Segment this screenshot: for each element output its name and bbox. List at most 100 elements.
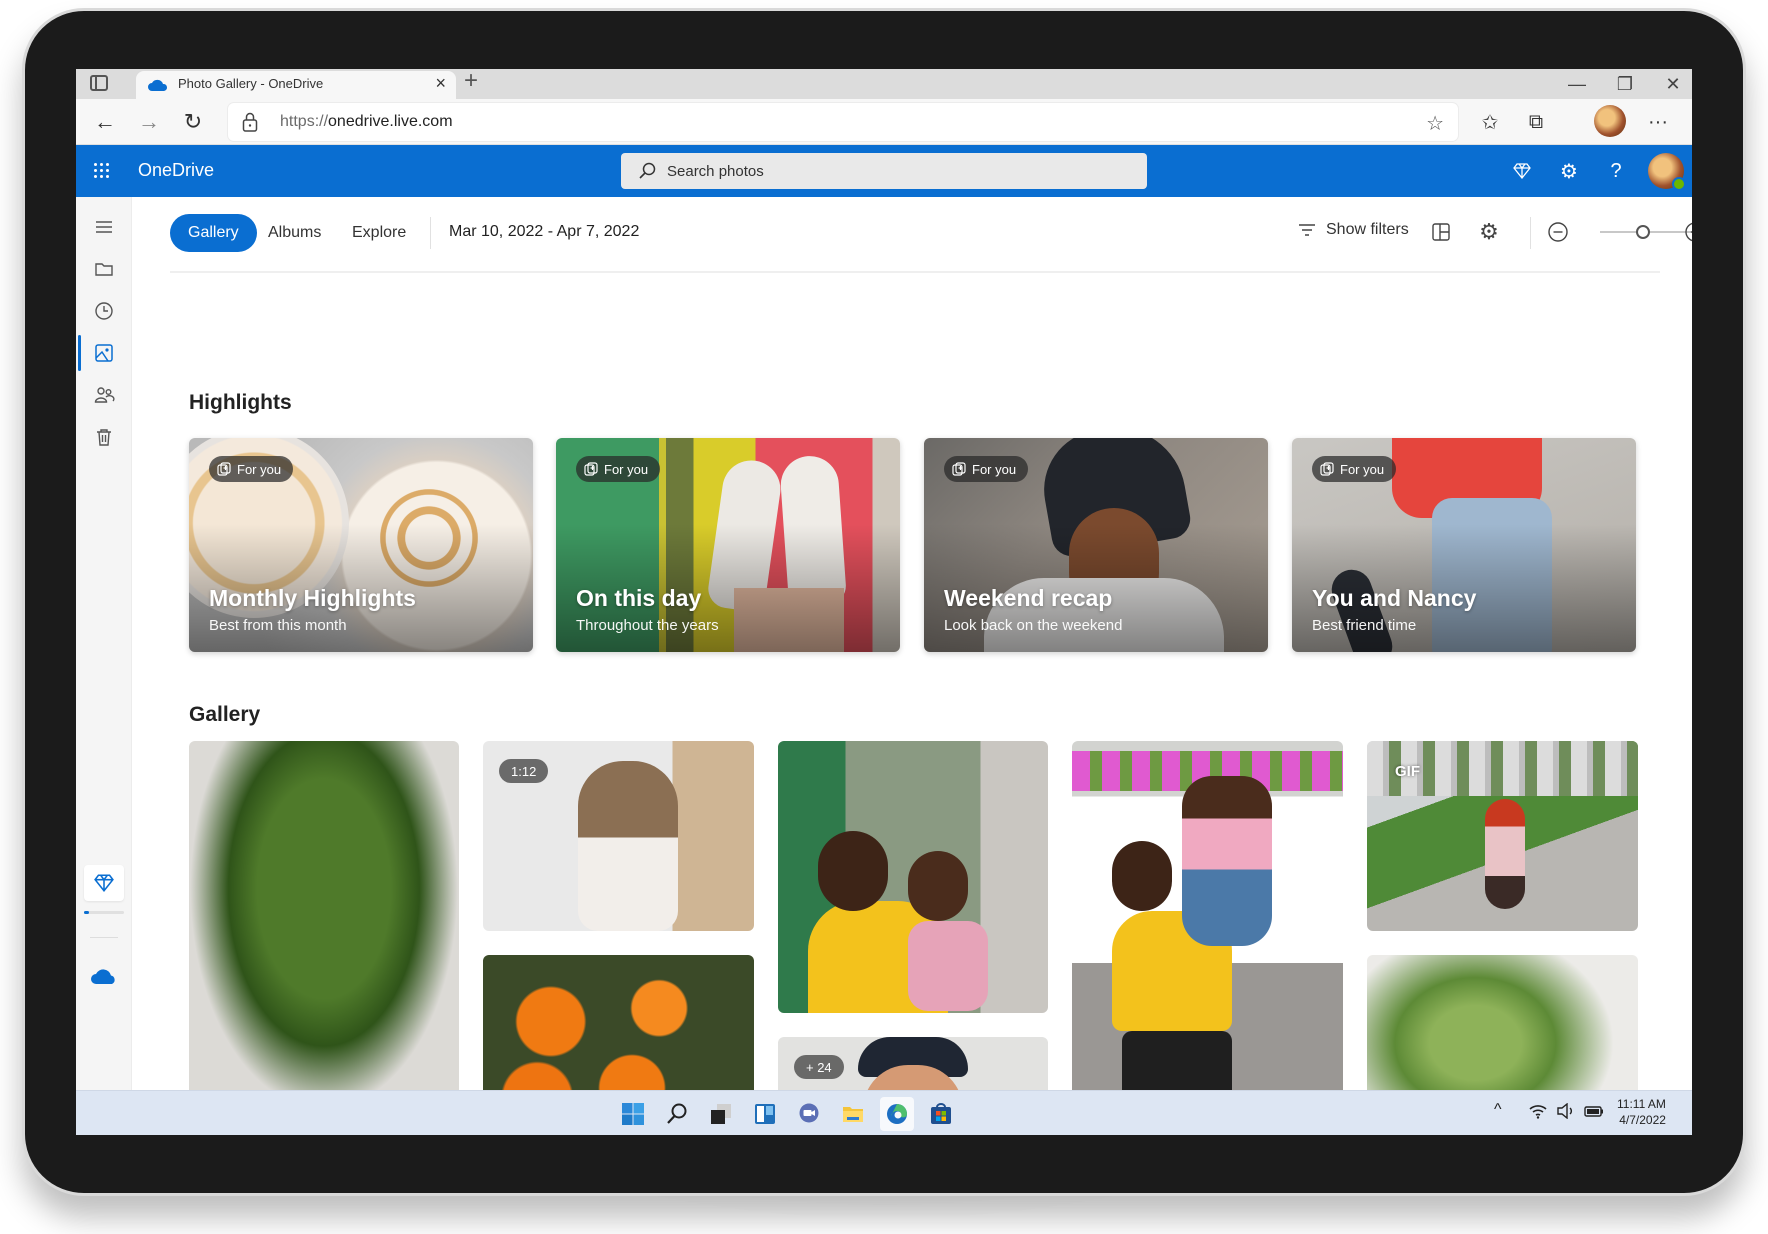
rail-divider [90,937,118,938]
zoom-out-icon[interactable] [1545,219,1571,245]
favorites-icon[interactable]: ✩ [1474,107,1506,137]
system-clock[interactable]: 11:11 AM 4/7/2022 [1617,1096,1666,1128]
search-box[interactable] [621,153,1147,189]
thumbnail-size-slider[interactable] [1600,222,1690,242]
browser-profile-avatar[interactable] [1594,105,1626,137]
search-icon [639,162,656,179]
close-window-button[interactable]: ✕ [1650,69,1692,99]
highlight-subtitle: Best from this month [209,617,347,634]
album-count-badge: + 24 [794,1055,844,1079]
rail-premium-button[interactable] [84,865,124,901]
show-filters-label: Show filters [1326,221,1409,238]
clock-date: 4/7/2022 [1619,1113,1666,1127]
gallery-photo-houseplant[interactable] [1367,955,1638,1090]
trash-icon [97,429,111,446]
task-view-button[interactable] [704,1097,738,1131]
wifi-icon[interactable] [1528,1103,1548,1122]
clock-icon [95,302,113,320]
microsoft-store-button[interactable] [924,1097,958,1131]
tab-explore[interactable]: Explore [334,214,424,252]
file-explorer-button[interactable] [836,1097,870,1131]
gallery-photo-plant[interactable] [189,741,459,1090]
sparkle-album-icon [1320,462,1334,476]
tab-albums[interactable]: Albums [250,214,339,252]
image-icon [95,344,113,362]
start-button[interactable] [616,1097,650,1131]
premium-diamond-icon[interactable] [1506,155,1538,187]
gallery-gif-roller-skating[interactable]: GIF [1367,741,1638,931]
url-host: onedrive.live.com [328,113,453,130]
task-view-icon [711,1104,731,1124]
photos-content: Gallery Albums Explore Mar 10, 2022 - Ap… [132,197,1692,1090]
for-you-badge: For you [209,456,294,482]
highlight-card-monthly[interactable]: For you Monthly Highlights Best from thi… [189,438,533,652]
video-duration-badge: 1:12 [499,759,549,783]
collections-icon[interactable]: ⧉ [1520,107,1552,137]
gallery-album-laughing-woman[interactable]: + 24 [778,1037,1048,1090]
child-outfit-image [908,921,988,1011]
storage-usage-fill [84,911,89,914]
storage-usage-bar[interactable] [84,911,124,914]
gallery-photo-lifting-child[interactable] [1072,741,1343,1090]
highlight-card-you-and-nancy[interactable]: For you You and Nancy Best friend time [1292,438,1636,652]
account-avatar[interactable] [1648,153,1686,191]
search-input[interactable] [667,153,1127,189]
lock-icon[interactable] [242,112,258,132]
rail-shared[interactable] [84,377,124,413]
app-launcher-icon[interactable] [94,163,110,179]
new-tab-button[interactable]: + [464,69,478,95]
onedrive-brand[interactable]: OneDrive [138,160,214,181]
url-text[interactable]: https://onedrive.live.com [280,113,453,131]
highlight-card-weekend-recap[interactable]: For you Weekend recap Look back on the w… [924,438,1268,652]
tab-gallery[interactable]: Gallery [170,214,257,252]
add-favorite-icon[interactable]: ☆ [1426,111,1444,136]
gallery-video-cat[interactable]: 1:12 [483,741,754,931]
rail-my-files[interactable] [84,251,124,287]
url-scheme: https:// [280,113,329,130]
widgets-button[interactable] [748,1097,782,1131]
teams-chat-icon [799,1103,819,1123]
help-icon[interactable]: ? [1600,155,1632,187]
refresh-button[interactable]: ↻ [178,107,208,137]
rail-photos[interactable] [84,335,124,371]
man-face-image [1112,841,1172,911]
layout-view-icon[interactable] [1428,219,1454,245]
jeans-image [1432,498,1552,652]
browser-tab-bar: Photo Gallery - OneDrive × + — ❐ ✕ [76,69,1692,99]
settings-gear-icon[interactable]: ⚙ [1553,155,1585,187]
slider-thumb[interactable] [1636,225,1651,239]
browser-tab-active[interactable]: Photo Gallery - OneDrive × [136,71,456,99]
filter-icon [1299,224,1315,236]
show-filters-button[interactable]: Show filters [1298,221,1409,239]
battery-icon[interactable] [1584,1103,1604,1122]
date-range[interactable]: Mar 10, 2022 - Apr 7, 2022 [449,223,639,241]
restore-button[interactable]: ❐ [1602,69,1648,99]
onedrive-cloud-icon[interactable] [90,967,118,985]
rail-menu-button[interactable] [84,209,124,245]
gallery-photo-marigolds[interactable] [483,955,754,1090]
gallery-photo-father-child[interactable] [778,741,1048,1013]
for-you-badge: For you [944,456,1029,482]
screen: Photo Gallery - OneDrive × + — ❐ ✕ ← → ↻… [76,69,1692,1135]
rail-recycle-bin[interactable] [84,419,124,455]
address-bar[interactable]: https://onedrive.live.com ☆ [228,103,1458,141]
hamburger-icon [96,221,112,233]
highlight-card-on-this-day[interactable]: For you On this day Throughout the years [556,438,900,652]
zoom-in-icon[interactable] [1682,219,1692,245]
back-button[interactable]: ← [90,107,120,137]
close-tab-icon[interactable]: × [435,73,446,94]
minimize-button[interactable]: — [1554,69,1600,99]
more-menu-button[interactable]: ··· [1642,107,1674,137]
highlight-title: Monthly Highlights [209,585,416,611]
view-settings-gear-icon[interactable]: ⚙ [1476,219,1502,245]
black-pants-image [1122,1031,1232,1090]
show-hidden-icons-chevron[interactable]: ^ [1494,1101,1502,1119]
edge-browser-button[interactable] [880,1097,914,1131]
vertical-tabs-icon[interactable] [90,75,108,91]
forward-button[interactable]: → [134,107,164,137]
chat-button[interactable] [792,1097,826,1131]
rail-recent[interactable] [84,293,124,329]
taskbar-search[interactable] [660,1097,694,1131]
highlight-subtitle: Throughout the years [576,617,719,634]
volume-icon[interactable] [1556,1102,1576,1122]
